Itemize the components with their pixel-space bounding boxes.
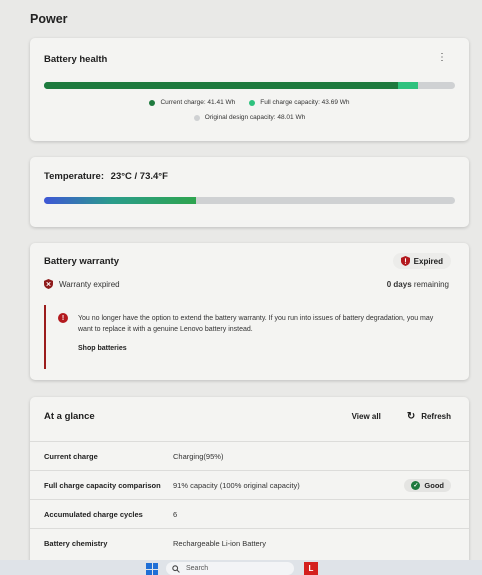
row-label: Accumulated charge cycles: [44, 509, 143, 519]
legend-design-capacity: Original design capacity: 48.01 Wh: [193, 114, 306, 121]
shop-batteries-link[interactable]: Shop batteries: [78, 345, 127, 352]
days-remaining-suffix: remaining: [411, 279, 449, 289]
legend-full-capacity: Full charge capacity: 43.69 Wh: [249, 99, 350, 106]
full-capacity-dot-icon: [249, 99, 256, 106]
table-row: Current charge Charging(95%): [30, 441, 469, 470]
refresh-button[interactable]: ↻ Refresh: [407, 411, 451, 422]
windows-start-icon[interactable]: [146, 563, 158, 575]
current-charge-dot-icon: [149, 99, 156, 106]
row-value: Charging(95%): [173, 451, 224, 461]
refresh-label: Refresh: [421, 412, 451, 421]
taskbar: Search L: [0, 560, 482, 575]
battery-warranty-card: Battery warranty Expired Warranty expire…: [30, 243, 469, 380]
warranty-title: Battery warranty: [44, 256, 119, 267]
battery-capacity-bar: [44, 82, 455, 89]
table-row: Full charge capacity comparison 91% capa…: [30, 470, 469, 499]
expired-badge-label: Expired: [413, 256, 443, 266]
days-remaining-number: 0 days: [386, 279, 412, 289]
battery-legend-row-2: Original design capacity: 48.01 Wh: [30, 114, 469, 121]
refresh-icon: ↻: [406, 411, 416, 422]
design-capacity-dot-icon: [193, 114, 200, 121]
temperature-card: Temperature: 23°C / 73.4°F: [30, 157, 469, 227]
temperature-heading: Temperature: 23°C / 73.4°F: [44, 171, 168, 182]
battery-health-card: Battery health ⋮ Current charge: 41.41 W…: [30, 38, 469, 141]
warranty-notice: ! You no longer have the option to exten…: [44, 305, 449, 369]
temperature-value: 23°C / 73.4°F: [110, 171, 168, 182]
expired-badge: Expired: [392, 253, 451, 269]
temperature-fill: [44, 197, 197, 204]
temperature-label: Temperature:: [44, 171, 105, 182]
warranty-status-label: Warranty expired: [59, 279, 120, 289]
row-value: Rechargeable Li-ion Battery: [173, 538, 266, 548]
good-badge-label: Good: [424, 480, 444, 490]
glance-title: At a glance: [44, 411, 95, 422]
shield-alert-icon: [400, 256, 410, 266]
shield-x-icon: [44, 279, 53, 289]
legend-current-charge: Current charge: 41.41 Wh: [149, 99, 235, 106]
row-value: 6: [173, 509, 178, 519]
temperature-bar: [44, 197, 455, 204]
lenovo-vantage-app-icon[interactable]: L: [304, 562, 318, 575]
taskbar-search-input[interactable]: Search: [166, 562, 294, 575]
table-row: Battery chemistry Rechargeable Li-ion Ba…: [30, 528, 469, 557]
table-row: Accumulated charge cycles 6: [30, 499, 469, 528]
row-label: Full charge capacity comparison: [44, 480, 161, 490]
check-circle-icon: ✓: [411, 480, 421, 490]
at-a-glance-card: At a glance View all ↻ Refresh Current c…: [30, 397, 469, 575]
current-charge-segment: [44, 82, 399, 89]
row-label: Current charge: [44, 451, 98, 461]
warranty-status-row: Warranty expired 0 days remaining: [44, 279, 449, 289]
more-vertical-icon[interactable]: ⋮: [437, 52, 447, 63]
legend-full-label: Full charge capacity: 43.69 Wh: [260, 99, 350, 106]
search-icon: [172, 564, 180, 573]
battery-legend-row-1: Current charge: 41.41 Wh Full charge cap…: [30, 99, 469, 106]
view-all-button[interactable]: View all: [352, 412, 381, 421]
row-value: 91% capacity (100% original capacity): [173, 480, 300, 490]
days-remaining: 0 days remaining: [387, 280, 449, 289]
battery-health-title: Battery health: [44, 54, 108, 65]
good-status-badge: ✓ Good: [404, 478, 451, 492]
row-label: Battery chemistry: [44, 538, 108, 548]
search-placeholder: Search: [186, 565, 209, 572]
page-title: Power: [30, 12, 68, 26]
glance-header: At a glance View all ↻ Refresh: [44, 411, 451, 422]
legend-current-label: Current charge: 41.41 Wh: [160, 99, 236, 106]
warranty-notice-text: You no longer have the option to extend …: [78, 315, 434, 333]
alert-circle-icon: !: [58, 313, 68, 323]
legend-design-label: Original design capacity: 48.01 Wh: [204, 114, 306, 121]
